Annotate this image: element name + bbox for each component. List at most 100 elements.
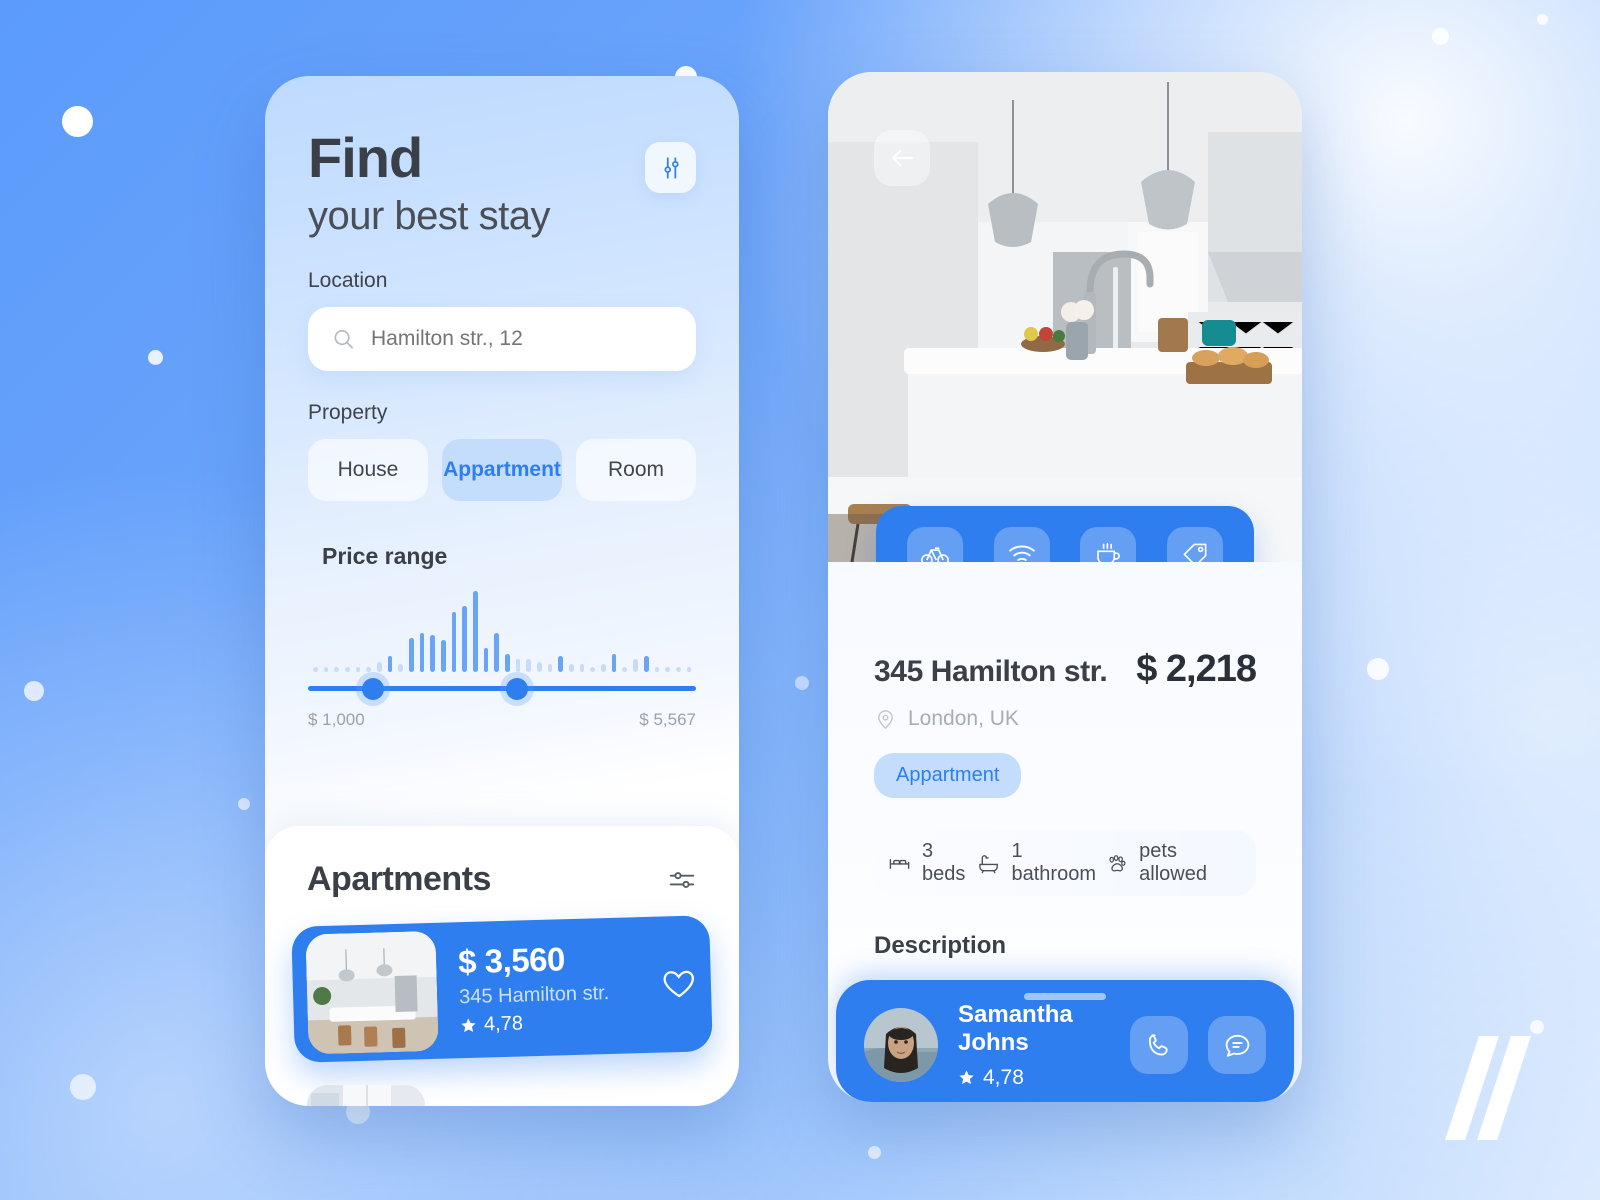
bg-dot [238, 798, 250, 810]
location-label: Location [308, 269, 388, 292]
property-hero-image [828, 72, 1302, 562]
histogram-bar [665, 666, 670, 672]
histogram-bar [643, 656, 649, 672]
listing-price: $ 2,218 [447, 1105, 639, 1107]
property-label: Property [308, 401, 388, 424]
coffee-icon [1097, 542, 1121, 562]
histogram-bar [622, 666, 628, 672]
property-city: London, UK [874, 707, 1256, 731]
histogram-bar [515, 658, 521, 672]
property-address: 345 Hamilton str. [874, 655, 1108, 688]
heart-filled-icon[interactable] [661, 1104, 697, 1106]
histogram-bar [654, 666, 660, 672]
property-price: $ 2,218 [1136, 648, 1257, 690]
sliders-horizontal-icon[interactable] [667, 865, 697, 895]
feature-pets: pets allowed [1105, 840, 1242, 886]
bg-dot [795, 676, 809, 690]
bg-dot [1530, 1020, 1544, 1034]
property-type-group: House Appartment Room [308, 439, 696, 501]
histogram-bar [313, 666, 318, 672]
listing-address: 345 Hamilton str. [458, 982, 610, 1009]
amenity-wifi[interactable] [993, 527, 1050, 562]
back-button[interactable] [874, 130, 930, 186]
histogram-bar [505, 653, 510, 672]
page-subtitle: your best stay [308, 194, 551, 238]
histogram-bar [451, 611, 457, 672]
tag-icon [1183, 543, 1207, 562]
host-avatar-photo [864, 1008, 938, 1082]
listing-rating-value: 4,78 [483, 1012, 524, 1036]
amenity-tag[interactable] [1166, 527, 1223, 562]
host-contact-bar: Samantha Johns 4,78 [836, 980, 1294, 1102]
listing-card-selected[interactable]: $ 3,560 345 Hamilton str. 4,78 [291, 915, 713, 1063]
property-city-label: London, UK [908, 707, 1019, 730]
wifi-icon [1008, 545, 1035, 562]
message-button[interactable] [1208, 1016, 1266, 1074]
histogram-bar [366, 666, 372, 672]
listing-thumbnail [307, 1085, 425, 1106]
bg-dot [1432, 28, 1449, 45]
interior-photo [307, 1085, 425, 1106]
bg-dot [1537, 14, 1548, 25]
bicycle-icon [921, 547, 950, 562]
listing-price: $ 3,560 [457, 940, 566, 981]
apartments-title: Apartments [307, 860, 491, 898]
property-chip-room[interactable]: Room [576, 439, 696, 501]
histogram-bar [387, 656, 393, 672]
histogram-bar [334, 666, 340, 672]
histogram-bar [462, 606, 468, 672]
property-chip-appartment[interactable]: Appartment [442, 439, 562, 501]
search-field-wrapper[interactable] [308, 307, 696, 371]
description-title: Description [874, 932, 1007, 959]
histogram-bar [430, 635, 436, 672]
price-max-label: $ 5,567 [639, 710, 696, 729]
heart-outline-icon[interactable] [660, 966, 697, 1003]
price-range-values: $ 1,000 $ 5,567 [308, 710, 696, 730]
amenity-bicycle[interactable] [907, 527, 964, 562]
histogram-bar [441, 640, 446, 672]
brand-logo [1445, 1036, 1531, 1140]
histogram-bar [579, 664, 585, 672]
slider-knob-max[interactable] [505, 678, 528, 700]
histogram-bar [590, 666, 596, 672]
slider-knob-min[interactable] [362, 678, 385, 700]
property-chip-house[interactable]: House [308, 439, 428, 501]
listing-rating: 4,78 [460, 1009, 641, 1037]
host-rating: 4,78 [958, 1066, 1110, 1090]
bg-dot [148, 350, 163, 365]
filter-button[interactable] [645, 142, 696, 193]
star-icon [959, 1070, 974, 1085]
histogram-bar [601, 664, 606, 672]
page-title: Find [308, 126, 423, 189]
histogram-bar [409, 637, 414, 672]
listing-thumbnail [305, 930, 439, 1055]
histogram-bar [611, 653, 617, 672]
search-input[interactable] [371, 327, 672, 351]
property-type-badge: Appartment [874, 753, 1022, 798]
histogram-bar [398, 664, 404, 672]
bg-dot [1367, 658, 1389, 680]
arrow-left-icon [892, 149, 914, 167]
bg-dot [62, 106, 93, 137]
histogram-bar [675, 666, 681, 672]
histogram-bar [377, 661, 382, 672]
drag-handle[interactable] [1024, 993, 1106, 1000]
chat-icon [1225, 1034, 1249, 1057]
feature-bathroom: 1 bathroom [977, 840, 1105, 886]
histogram-bar [633, 658, 638, 672]
histogram-bar [494, 632, 500, 672]
location-pin-icon [878, 709, 893, 729]
host-name: Samantha Johns [958, 1000, 1073, 1056]
phone-icon [1148, 1033, 1168, 1055]
price-range-label: Price range [322, 543, 448, 569]
price-range-slider[interactable] [308, 676, 696, 702]
feature-bathroom-label: 1 bathroom [1011, 840, 1097, 885]
histogram-bar [419, 632, 425, 672]
feature-beds-label: 3 beds [922, 840, 966, 885]
host-rating-value: 4,78 [983, 1065, 1024, 1089]
amenity-coffee[interactable] [1080, 527, 1137, 562]
call-button[interactable] [1130, 1016, 1188, 1074]
listing-card[interactable]: $ 2,218 15/1 Hamilton str. [293, 1057, 711, 1106]
histogram-bar [355, 666, 361, 672]
avatar [864, 1008, 938, 1082]
